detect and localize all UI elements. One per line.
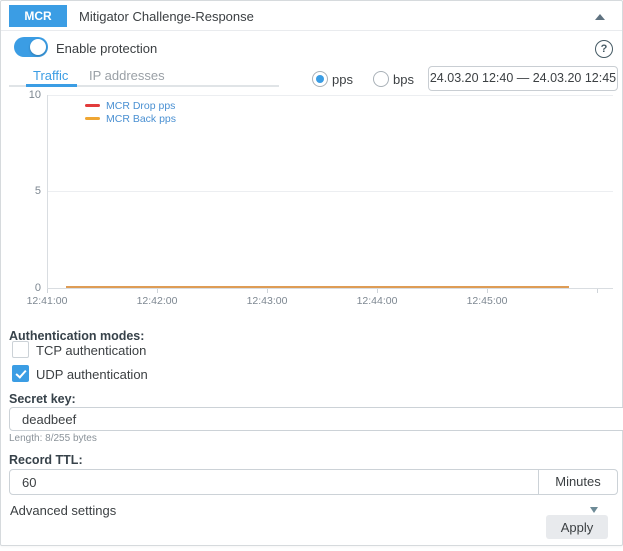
x-tick-label: 12:41:00 [17, 295, 77, 307]
collapse-panel-icon[interactable] [595, 14, 605, 20]
record-ttl-group: Minutes [9, 469, 618, 495]
legend-drop-label: MCR Drop pps [106, 100, 175, 112]
x-tick-label: 12:43:00 [237, 295, 297, 307]
x-tick [597, 289, 598, 293]
secret-key-input[interactable] [9, 407, 623, 431]
y-tick-label: 5 [15, 185, 41, 197]
y-tick-label: 10 [15, 89, 41, 101]
radio-pps-label[interactable]: pps [332, 72, 353, 87]
legend-item-back[interactable]: MCR Back pps [85, 112, 176, 125]
record-ttl-unit-select[interactable]: Minutes [538, 470, 617, 494]
y-tick-label: 0 [15, 282, 41, 294]
x-tick [267, 289, 268, 293]
enable-protection-toggle[interactable] [14, 37, 48, 57]
udp-auth-checkbox[interactable] [12, 365, 29, 382]
legend-back-swatch-icon [85, 117, 100, 120]
apply-button[interactable]: Apply [546, 515, 608, 539]
panel-header: MCR Mitigator Challenge-Response [1, 1, 622, 31]
x-tick [157, 289, 158, 293]
record-ttl-label: Record TTL: [9, 453, 83, 467]
legend-back-label: MCR Back pps [106, 113, 176, 125]
enable-protection-label: Enable protection [56, 41, 157, 56]
toggle-knob [30, 39, 46, 55]
udp-auth-label[interactable]: UDP authentication [36, 367, 148, 382]
mcr-badge: MCR [9, 5, 67, 27]
tcp-auth-label[interactable]: TCP authentication [36, 343, 146, 358]
tab-traffic[interactable]: Traffic [33, 68, 68, 83]
radio-bps[interactable] [373, 71, 389, 87]
x-tick [47, 289, 48, 293]
secret-key-label: Secret key: [9, 392, 76, 406]
radio-bps-label[interactable]: bps [393, 72, 414, 87]
legend-drop-swatch-icon [85, 104, 100, 107]
active-tab-indicator [26, 84, 77, 87]
mcr-panel: MCR Mitigator Challenge-Response Enable … [0, 0, 623, 546]
x-tick-label: 12:42:00 [127, 295, 187, 307]
tab-ip-addresses[interactable]: IP addresses [89, 68, 165, 83]
x-axis [47, 288, 613, 289]
panel-title: Mitigator Challenge-Response [79, 9, 254, 24]
chart-legend: MCR Drop pps MCR Back pps [85, 99, 176, 125]
legend-item-drop[interactable]: MCR Drop pps [85, 99, 176, 112]
series-back-line [66, 286, 569, 288]
x-tick [487, 289, 488, 293]
x-tick-label: 12:44:00 [347, 295, 407, 307]
date-range-input[interactable]: 24.03.20 12:40 — 24.03.20 12:45 [428, 66, 618, 91]
advanced-settings-toggle[interactable]: Advanced settings [10, 503, 116, 518]
radio-pps[interactable] [312, 71, 328, 87]
record-ttl-input[interactable] [10, 470, 538, 494]
tcp-auth-checkbox[interactable] [12, 341, 29, 358]
x-tick [377, 289, 378, 293]
checkmark-icon [15, 367, 26, 378]
auth-modes-label: Authentication modes: [9, 329, 144, 343]
help-icon[interactable]: ? [595, 40, 613, 58]
gridline-5 [47, 191, 613, 192]
y-axis [47, 95, 48, 289]
secret-key-helper: Length: 8/255 bytes [9, 433, 97, 444]
radio-dot [316, 75, 324, 83]
gridline-10 [47, 95, 613, 96]
chevron-down-icon[interactable] [590, 507, 598, 513]
x-tick-label: 12:45:00 [457, 295, 517, 307]
traffic-chart: 10 5 0 MCR Drop pps MCR Back pps 12:41:0… [1, 89, 623, 317]
